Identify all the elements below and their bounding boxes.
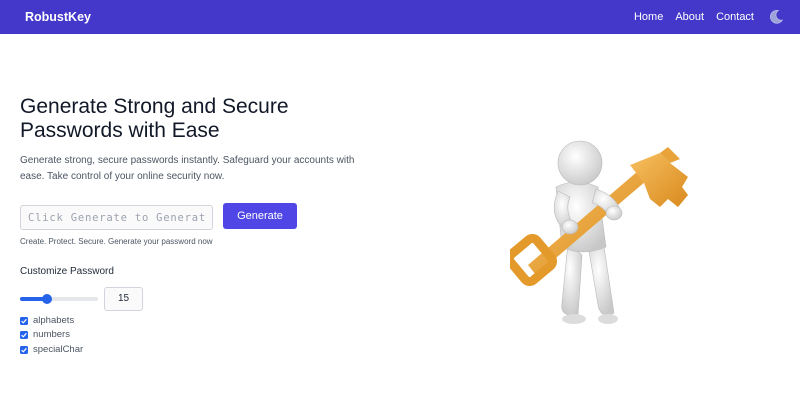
slider-thumb[interactable] — [42, 294, 53, 304]
checkbox-checked-icon[interactable] — [20, 330, 28, 339]
nav-contact-link[interactable]: Contact — [716, 11, 754, 23]
option-label: specialChar — [33, 344, 84, 355]
moon-icon[interactable] — [768, 9, 784, 25]
tagline: Create. Protect. Secure. Generate your p… — [20, 237, 213, 246]
length-slider[interactable] — [20, 293, 98, 305]
checkbox-checked-icon[interactable] — [20, 345, 28, 354]
option-specialchar[interactable]: specialChar — [20, 344, 83, 355]
customize-heading: Customize Password — [20, 266, 114, 277]
password-output-field[interactable] — [20, 205, 213, 230]
person-holding-key-illustration — [505, 125, 695, 335]
nav-links: Home About Contact — [622, 9, 784, 25]
hero-description: Generate strong, secure passwords instan… — [20, 155, 355, 182]
length-value-field[interactable]: 15 — [104, 287, 143, 311]
page-title: Generate Strong and Secure Passwords wit… — [20, 95, 289, 142]
option-numbers[interactable]: numbers — [20, 329, 70, 340]
checkbox-checked-icon[interactable] — [20, 316, 28, 325]
brand-logo[interactable]: RobustKey — [25, 10, 91, 24]
nav-home-link[interactable]: Home — [634, 11, 663, 23]
option-alphabets[interactable]: alphabets — [20, 315, 74, 326]
navbar: RobustKey Home About Contact — [0, 0, 800, 34]
option-label: numbers — [33, 329, 70, 340]
nav-about-link[interactable]: About — [675, 11, 704, 23]
generate-button[interactable]: Generate — [223, 203, 297, 229]
option-label: alphabets — [33, 315, 75, 326]
